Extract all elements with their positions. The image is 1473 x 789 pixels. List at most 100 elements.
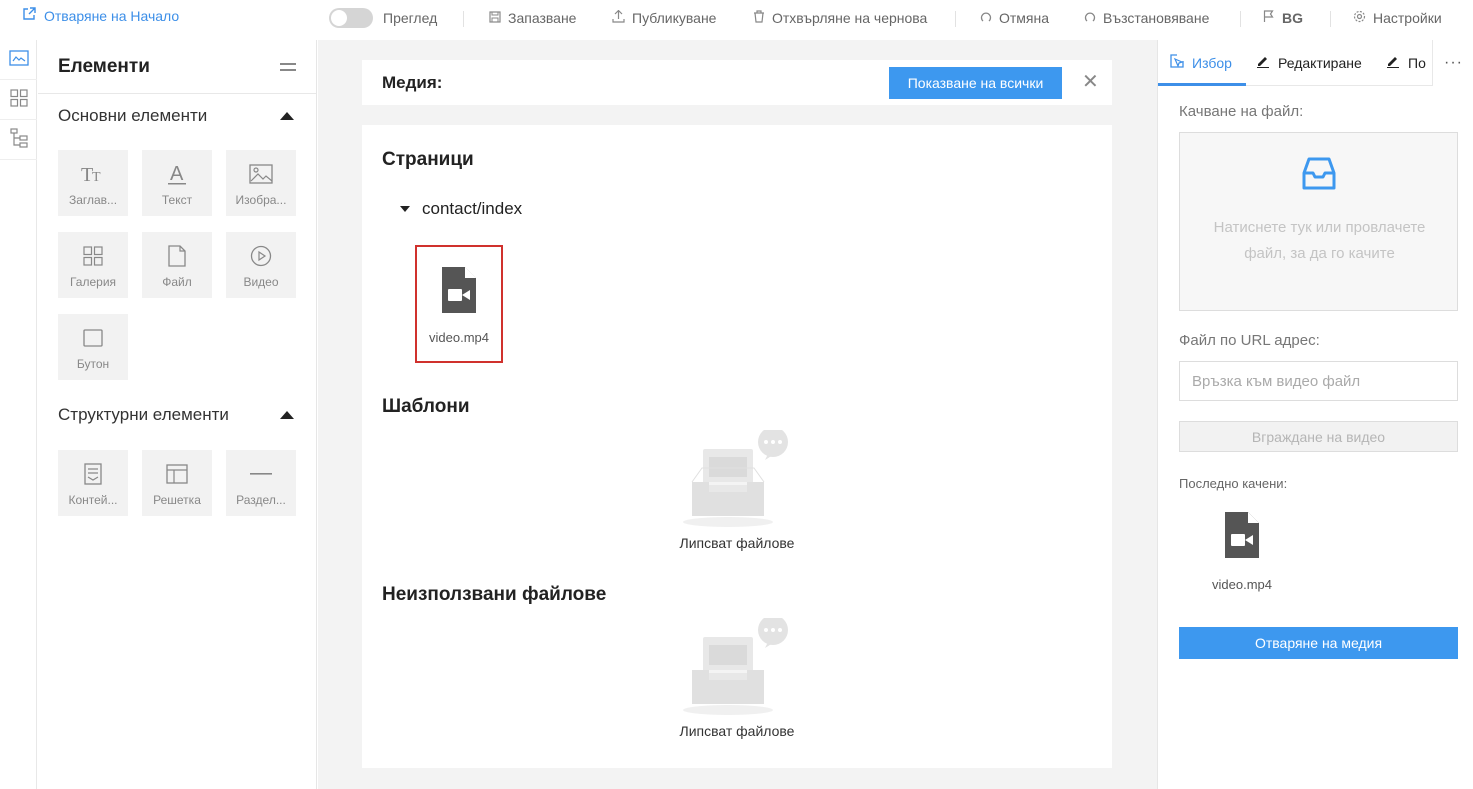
- rail-elements-button[interactable]: [0, 40, 37, 80]
- element-heading-label: Заглав...: [68, 193, 118, 207]
- basic-elements-grid: TT Заглав... A Текст Изобра... Галерия Ф…: [38, 150, 316, 380]
- pencil-icon: [1256, 54, 1270, 71]
- element-text[interactable]: A Текст: [142, 150, 212, 216]
- external-link-icon: [22, 7, 36, 24]
- settings-button[interactable]: Настройки: [1353, 10, 1442, 26]
- structure-elements-grid: Контей... Решетка Раздел...: [38, 450, 316, 516]
- folder-contact-index[interactable]: contact/index: [400, 199, 522, 219]
- element-video-label: Видео: [243, 275, 279, 289]
- selected-media-file[interactable]: video.mp4: [415, 245, 503, 363]
- video-url-input[interactable]: [1179, 361, 1458, 401]
- file-dropzone[interactable]: Натиснете тук или провлачете файл, за да…: [1179, 132, 1458, 311]
- element-button-label: Бутон: [76, 357, 110, 371]
- preview-toggle[interactable]: [329, 8, 373, 28]
- element-text-label: Текст: [161, 193, 193, 207]
- heading-icon: TT: [81, 159, 105, 189]
- element-image[interactable]: Изобра...: [226, 150, 296, 216]
- tree-icon: [9, 128, 28, 151]
- unused-files-empty-text: Липсват файлове: [679, 723, 795, 739]
- save-icon: [489, 10, 501, 26]
- undo-icon: [980, 11, 992, 26]
- image-icon: [249, 159, 273, 189]
- recent-file-item[interactable]: video.mp4: [1202, 510, 1282, 592]
- tab-edit[interactable]: Редактиране: [1256, 54, 1362, 71]
- templates-empty-text: Липсват файлове: [679, 535, 795, 551]
- discard-label: Отхвърляне на чернова: [772, 10, 928, 26]
- language-button[interactable]: BG: [1263, 10, 1303, 26]
- video-file-icon: [1223, 510, 1261, 563]
- video-file-icon: [440, 265, 478, 318]
- element-heading[interactable]: TT Заглав...: [58, 150, 128, 216]
- element-gallery-label: Галерия: [69, 275, 117, 289]
- save-button[interactable]: Запазване: [489, 10, 576, 26]
- tab-more-content[interactable]: По: [1386, 54, 1426, 71]
- menu-icon[interactable]: [280, 62, 296, 71]
- templates-section-title: Шаблони: [382, 396, 470, 417]
- url-label: Файл по URL адрес:: [1179, 332, 1320, 349]
- redo-button[interactable]: Възстановяване: [1084, 10, 1209, 26]
- element-grid-label: Решетка: [153, 493, 201, 507]
- tab-edit-label: Редактиране: [1278, 54, 1362, 71]
- divider-icon: [249, 459, 273, 489]
- collapse-icon: [280, 411, 294, 419]
- unused-files-section-title: Неизползвани файлове: [382, 584, 607, 605]
- element-gallery[interactable]: Галерия: [58, 232, 128, 298]
- language-label: BG: [1282, 10, 1303, 26]
- tab-more-content-label: По: [1408, 54, 1426, 71]
- discard-draft-button[interactable]: Отхвърляне на чернова: [753, 10, 927, 26]
- element-file[interactable]: Файл: [142, 232, 212, 298]
- elements-panel: Елементи Основни елементи TT Заглав... A…: [38, 40, 317, 789]
- media-browser: Страници contact/index video.mp4 Шаблони…: [362, 125, 1112, 768]
- undo-button[interactable]: Отмяна: [980, 10, 1049, 26]
- basic-elements-section-header[interactable]: Основни елементи: [38, 98, 316, 134]
- show-all-button[interactable]: Показване на всички: [889, 67, 1062, 99]
- recent-uploads-label: Последно качени:: [1179, 476, 1288, 491]
- container-icon: [84, 459, 102, 489]
- inbox-icon: [1300, 155, 1338, 196]
- gear-icon: [1353, 10, 1366, 26]
- svg-text:T: T: [92, 170, 101, 184]
- rail-structure-button[interactable]: [0, 120, 37, 160]
- close-icon[interactable]: ✕: [1082, 72, 1099, 92]
- embed-video-button[interactable]: Вграждане на видео: [1179, 421, 1458, 452]
- pencil-icon: [1386, 54, 1400, 71]
- element-grid[interactable]: Решетка: [142, 450, 212, 516]
- rail-blocks-button[interactable]: [0, 80, 37, 120]
- elements-header: Елементи: [38, 40, 316, 94]
- undo-label: Отмяна: [999, 10, 1050, 26]
- active-tab-indicator: [1158, 83, 1246, 86]
- select-cursor-icon: [1170, 54, 1184, 71]
- element-divider[interactable]: Раздел...: [226, 450, 296, 516]
- gallery-icon: [83, 241, 103, 271]
- elements-icon: [8, 50, 29, 69]
- element-video[interactable]: Видео: [226, 232, 296, 298]
- unused-files-empty-state: Липсват файлове: [637, 615, 837, 739]
- tab-select-label: Избор: [1192, 54, 1232, 71]
- tab-select[interactable]: Избор: [1170, 54, 1232, 71]
- selected-file-name: video.mp4: [429, 330, 489, 345]
- save-label: Запазване: [508, 10, 577, 26]
- tabs-overflow-button[interactable]: ···: [1432, 40, 1473, 86]
- open-home-link[interactable]: Отваряне на Начало: [22, 7, 179, 24]
- publish-label: Публикуване: [632, 10, 717, 26]
- open-media-button[interactable]: Отваряне на медия: [1179, 627, 1458, 659]
- file-icon: [168, 241, 186, 271]
- properties-panel: Избор Редактиране По ··· Качване на файл…: [1157, 40, 1473, 789]
- basic-elements-title: Основни елементи: [58, 106, 208, 125]
- publish-button[interactable]: Публикуване: [612, 9, 717, 26]
- element-button[interactable]: Бутон: [58, 314, 128, 380]
- element-container[interactable]: Контей...: [58, 450, 128, 516]
- element-divider-label: Раздел...: [236, 493, 286, 507]
- element-image-label: Изобра...: [235, 193, 287, 207]
- collapse-icon: [280, 112, 294, 120]
- recent-file-name: video.mp4: [1212, 577, 1272, 592]
- svg-text:A: A: [170, 163, 184, 185]
- grid-icon: [166, 459, 188, 489]
- structure-elements-title: Структурни елементи: [58, 405, 229, 424]
- video-icon: [250, 241, 272, 271]
- empty-inbox-icon: [682, 427, 792, 531]
- redo-icon: [1084, 11, 1096, 26]
- dropzone-text: Натиснете тук или провлачете файл, за да…: [1213, 219, 1426, 262]
- upload-file-label: Качване на файл:: [1179, 103, 1304, 120]
- structure-elements-section-header[interactable]: Структурни елементи: [38, 397, 316, 433]
